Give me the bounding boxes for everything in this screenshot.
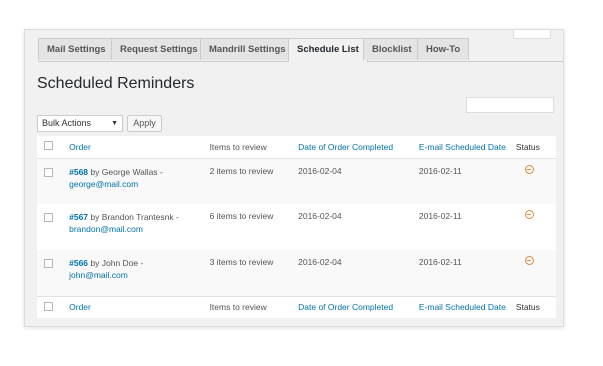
table-row: #567 by Brandon Trantesnk - brandon@mail… — [37, 204, 556, 250]
customer-email-link[interactable]: john@mail.com — [69, 270, 128, 280]
chevron-down-icon: ▼ — [111, 120, 118, 127]
order-number-link[interactable]: #566 — [69, 258, 88, 268]
column-header-status: Status — [515, 141, 540, 152]
order-customer: by George Wallas - — [90, 166, 163, 177]
table-footer-row: Order Items to review Date of Order Comp… — [37, 296, 556, 318]
column-header-items: Items to review — [209, 141, 267, 152]
select-all-cell — [37, 136, 69, 158]
scheduled-date: 2016-02-11 — [418, 257, 462, 267]
page-title: Scheduled Reminders — [37, 75, 195, 92]
bulk-actions-value: Bulk Actions — [42, 118, 92, 128]
scheduled-date: 2016-02-11 — [418, 165, 462, 176]
bulk-actions-select[interactable]: Bulk Actions ▼ — [37, 115, 123, 132]
minus-circle-icon[interactable] — [524, 210, 534, 219]
tab-schedule-list[interactable]: Schedule List — [288, 38, 368, 62]
column-header-scheduled-date[interactable]: E-mail Scheduled Date — [419, 142, 506, 152]
row-checkbox[interactable] — [44, 167, 53, 177]
column-header-order[interactable]: Order — [69, 142, 91, 152]
customer-email-link[interactable]: brandon@mail.com — [69, 224, 143, 234]
date-completed: 2016-02-04 — [298, 257, 342, 267]
row-checkbox[interactable] — [44, 213, 53, 222]
select-all-checkbox[interactable] — [44, 141, 53, 151]
items-to-review: 6 items to review — [209, 211, 274, 221]
column-footer-status: Status — [515, 302, 540, 313]
minus-circle-icon[interactable] — [524, 164, 534, 174]
tab-blocklist[interactable]: Blocklist — [363, 38, 421, 60]
customer-email-link[interactable]: george@mail.com — [69, 179, 138, 189]
scheduled-date: 2016-02-11 — [418, 211, 462, 221]
settings-panel: Mail Settings Request Settings Mandrill … — [24, 29, 564, 327]
tab-how-to[interactable]: How-To — [417, 38, 470, 60]
apply-button[interactable]: Apply — [127, 115, 162, 132]
search-input[interactable] — [466, 97, 554, 113]
items-to-review: 2 items to review — [209, 165, 274, 176]
table-header-row: Order Items to review Date of Order Comp… — [37, 136, 556, 158]
tab-mail-settings[interactable]: Mail Settings — [38, 38, 115, 60]
column-footer-scheduled-date[interactable]: E-mail Scheduled Date — [419, 302, 506, 312]
column-footer-date-completed[interactable]: Date of Order Completed — [298, 302, 393, 312]
schedule-table: Order Items to review Date of Order Comp… — [37, 136, 556, 318]
row-checkbox[interactable] — [44, 259, 53, 268]
order-number-link[interactable]: #567 — [69, 212, 88, 222]
date-completed: 2016-02-04 — [298, 165, 342, 176]
items-to-review: 3 items to review — [209, 257, 274, 267]
tab-request-settings[interactable]: Request Settings — [111, 38, 207, 60]
table-row: #568 by George Wallas - george@mail.com … — [37, 158, 556, 204]
order-customer: by Brandon Trantesnk - — [90, 212, 179, 222]
column-header-date-completed[interactable]: Date of Order Completed — [298, 142, 393, 152]
order-number-link[interactable]: #568 — [69, 167, 88, 177]
select-all-checkbox-footer[interactable] — [44, 301, 53, 311]
column-footer-order[interactable]: Order — [69, 302, 91, 312]
order-customer: by John Doe - — [90, 258, 144, 268]
column-footer-items: Items to review — [209, 302, 267, 313]
table-row: #566 by John Doe - john@mail.com 3 items… — [37, 250, 556, 296]
minus-circle-icon[interactable] — [524, 256, 534, 265]
tab-bar: Mail Settings Request Settings Mandrill … — [38, 38, 563, 62]
date-completed: 2016-02-04 — [298, 211, 342, 221]
tab-mandrill-settings[interactable]: Mandrill Settings — [200, 38, 295, 60]
